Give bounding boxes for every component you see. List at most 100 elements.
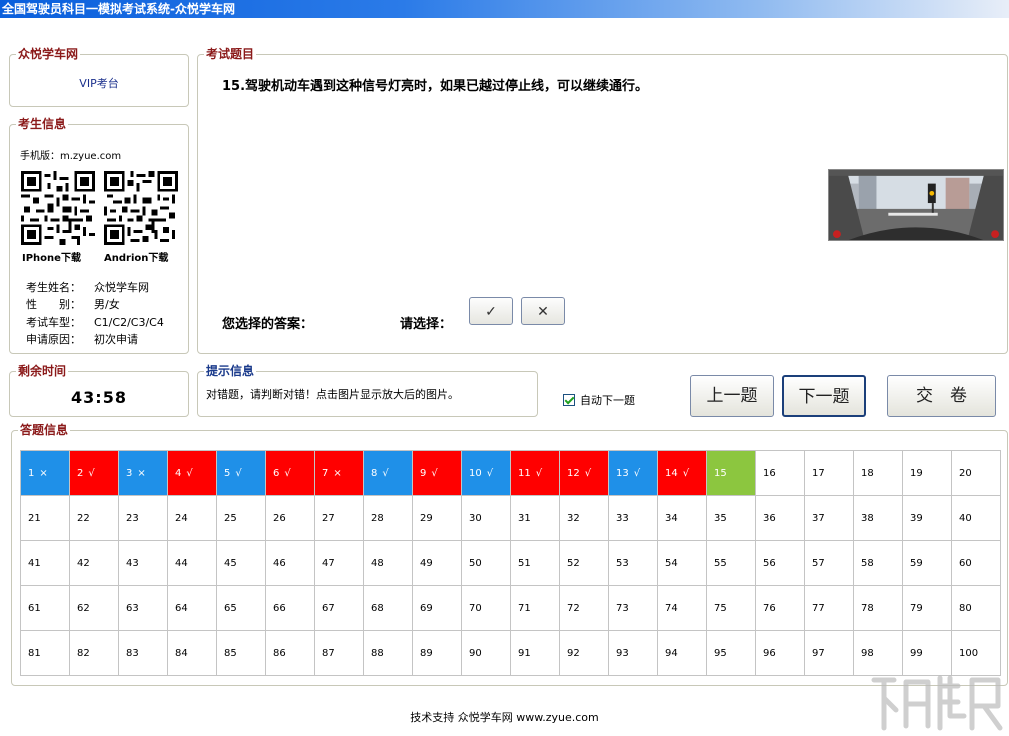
answer-cell[interactable]: 5 √ (216, 450, 266, 496)
answer-cell[interactable]: 91 (510, 630, 560, 676)
answer-cell[interactable]: 90 (461, 630, 511, 676)
answer-cell[interactable]: 33 (608, 495, 658, 541)
answer-cell[interactable]: 8 √ (363, 450, 413, 496)
answer-cell[interactable]: 80 (951, 585, 1001, 631)
answer-cell[interactable]: 10 √ (461, 450, 511, 496)
answer-cell[interactable]: 11 √ (510, 450, 560, 496)
answer-cell[interactable]: 82 (69, 630, 119, 676)
answer-cell[interactable]: 96 (755, 630, 805, 676)
answer-cell[interactable]: 40 (951, 495, 1001, 541)
answer-cell[interactable]: 69 (412, 585, 462, 631)
prev-question-button[interactable]: 上一题 (690, 375, 774, 417)
auto-next-checkbox[interactable]: 自动下一题 (563, 392, 635, 408)
answer-cell[interactable]: 13 √ (608, 450, 658, 496)
answer-cell[interactable]: 46 (265, 540, 315, 586)
answer-cell[interactable]: 2 √ (69, 450, 119, 496)
answer-cell[interactable]: 67 (314, 585, 364, 631)
answer-cell[interactable]: 81 (20, 630, 70, 676)
answer-cell[interactable]: 54 (657, 540, 707, 586)
answer-cell[interactable]: 61 (20, 585, 70, 631)
answer-cell[interactable]: 9 √ (412, 450, 462, 496)
answer-cell[interactable]: 17 (804, 450, 854, 496)
answer-cell[interactable]: 85 (216, 630, 266, 676)
answer-cell[interactable]: 22 (69, 495, 119, 541)
answer-cell[interactable]: 37 (804, 495, 854, 541)
answer-cell[interactable]: 57 (804, 540, 854, 586)
answer-cell[interactable]: 32 (559, 495, 609, 541)
checkbox-checked-icon[interactable] (563, 394, 575, 406)
answer-cell[interactable]: 98 (853, 630, 903, 676)
answer-correct-button[interactable]: ✓ (469, 297, 513, 325)
answer-cell[interactable]: 39 (902, 495, 952, 541)
answer-cell[interactable]: 19 (902, 450, 952, 496)
answer-cell[interactable]: 65 (216, 585, 266, 631)
answer-cell[interactable]: 45 (216, 540, 266, 586)
answer-cell[interactable]: 16 (755, 450, 805, 496)
answer-cell[interactable]: 36 (755, 495, 805, 541)
answer-cell[interactable]: 18 (853, 450, 903, 496)
answer-cell[interactable]: 73 (608, 585, 658, 631)
answer-cell[interactable]: 89 (412, 630, 462, 676)
answer-cell[interactable]: 49 (412, 540, 462, 586)
answer-cell[interactable]: 94 (657, 630, 707, 676)
question-image[interactable] (828, 169, 1004, 241)
answer-cell[interactable]: 64 (167, 585, 217, 631)
answer-cell[interactable]: 35 (706, 495, 756, 541)
answer-cell[interactable]: 47 (314, 540, 364, 586)
answer-cell[interactable]: 87 (314, 630, 364, 676)
iphone-qr-code[interactable] (20, 171, 96, 245)
answer-cell[interactable]: 78 (853, 585, 903, 631)
answer-cell[interactable]: 93 (608, 630, 658, 676)
answer-cell[interactable]: 58 (853, 540, 903, 586)
answer-cell[interactable]: 14 √ (657, 450, 707, 496)
answer-cell[interactable]: 38 (853, 495, 903, 541)
answer-cell[interactable]: 48 (363, 540, 413, 586)
answer-cell[interactable]: 6 √ (265, 450, 315, 496)
answer-cell[interactable]: 28 (363, 495, 413, 541)
answer-cell[interactable]: 50 (461, 540, 511, 586)
answer-cell[interactable]: 74 (657, 585, 707, 631)
answer-cell[interactable]: 29 (412, 495, 462, 541)
answer-cell[interactable]: 23 (118, 495, 168, 541)
answer-cell[interactable]: 31 (510, 495, 560, 541)
answer-cell[interactable]: 77 (804, 585, 854, 631)
answer-cell[interactable]: 7 × (314, 450, 364, 496)
android-qr-code[interactable] (103, 171, 179, 245)
answer-cell[interactable]: 97 (804, 630, 854, 676)
answer-cell[interactable]: 26 (265, 495, 315, 541)
answer-cell[interactable]: 99 (902, 630, 952, 676)
answer-cell[interactable]: 66 (265, 585, 315, 631)
answer-wrong-button[interactable]: ✕ (521, 297, 565, 325)
answer-cell[interactable]: 24 (167, 495, 217, 541)
answer-cell[interactable]: 12 √ (559, 450, 609, 496)
answer-cell[interactable]: 4 √ (167, 450, 217, 496)
answer-cell[interactable]: 44 (167, 540, 217, 586)
answer-cell[interactable]: 1 × (20, 450, 70, 496)
answer-cell[interactable]: 43 (118, 540, 168, 586)
answer-cell[interactable]: 3 × (118, 450, 168, 496)
answer-cell[interactable]: 88 (363, 630, 413, 676)
answer-cell[interactable]: 20 (951, 450, 1001, 496)
answer-cell[interactable]: 100 (951, 630, 1001, 676)
answer-cell[interactable]: 72 (559, 585, 609, 631)
answer-cell[interactable]: 92 (559, 630, 609, 676)
answer-cell[interactable]: 60 (951, 540, 1001, 586)
answer-cell[interactable]: 63 (118, 585, 168, 631)
answer-cell[interactable]: 27 (314, 495, 364, 541)
answer-cell[interactable]: 15 (706, 450, 756, 496)
answer-cell[interactable]: 30 (461, 495, 511, 541)
answer-cell[interactable]: 83 (118, 630, 168, 676)
answer-cell[interactable]: 68 (363, 585, 413, 631)
answer-cell[interactable]: 75 (706, 585, 756, 631)
answer-cell[interactable]: 34 (657, 495, 707, 541)
answer-cell[interactable]: 21 (20, 495, 70, 541)
answer-cell[interactable]: 84 (167, 630, 217, 676)
answer-cell[interactable]: 52 (559, 540, 609, 586)
answer-cell[interactable]: 70 (461, 585, 511, 631)
answer-cell[interactable]: 53 (608, 540, 658, 586)
answer-cell[interactable]: 55 (706, 540, 756, 586)
answer-cell[interactable]: 41 (20, 540, 70, 586)
answer-cell[interactable]: 25 (216, 495, 266, 541)
answer-cell[interactable]: 86 (265, 630, 315, 676)
answer-cell[interactable]: 95 (706, 630, 756, 676)
